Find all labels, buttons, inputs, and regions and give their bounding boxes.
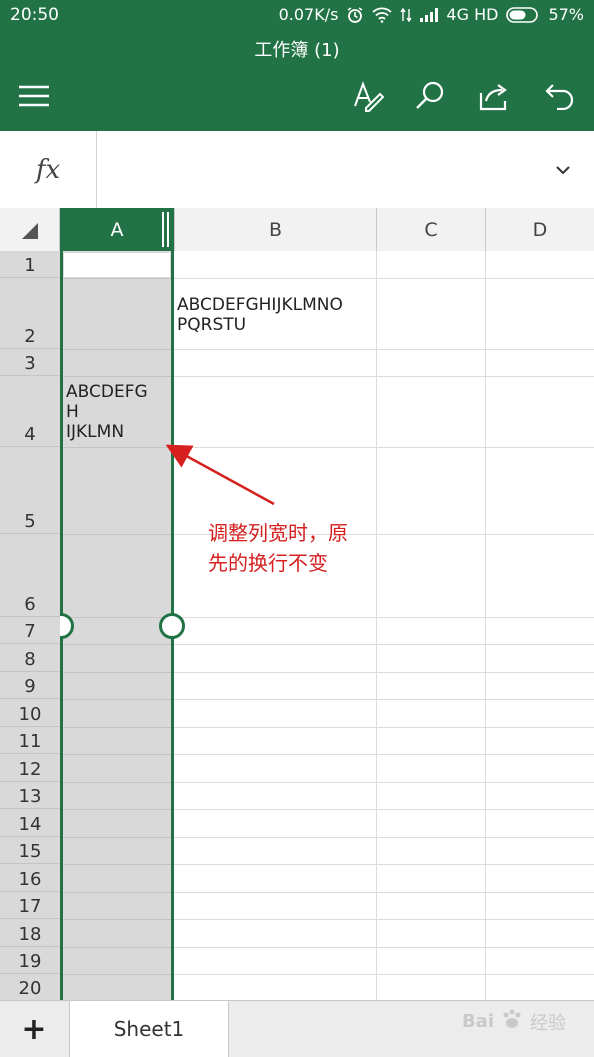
row-header-12[interactable]: 12 xyxy=(0,754,60,782)
wifi-icon xyxy=(372,7,393,23)
cell-grid[interactable]: ABCDEFGHIJKLMNO PQRSTU ABCDEFG H IJKLMN xyxy=(60,251,594,1000)
row-header-9[interactable]: 9 xyxy=(0,672,60,699)
column-header-label: A xyxy=(110,218,124,241)
row-header-2[interactable]: 2 xyxy=(0,278,60,349)
row-header-13[interactable]: 13 xyxy=(0,782,60,809)
data-transfer-icon xyxy=(400,7,413,23)
menu-icon[interactable] xyxy=(14,76,54,116)
column-header-label: C xyxy=(424,218,438,241)
paw-icon xyxy=(500,1007,524,1036)
row-headers: 1 2 3 4 5 6 7 8 9 10 11 12 13 14 15 16 1… xyxy=(0,251,60,1000)
row-header-15[interactable]: 15 xyxy=(0,837,60,864)
column-header-c[interactable]: C xyxy=(377,208,486,251)
title-bar: 工作簿 (1) xyxy=(0,32,594,131)
row-header-11[interactable]: 11 xyxy=(0,727,60,754)
add-sheet-button[interactable]: + xyxy=(0,1001,68,1057)
column-header-label: B xyxy=(268,218,283,241)
sheet-tab-sheet1[interactable]: Sheet1 xyxy=(69,1001,229,1057)
battery-level: 57% xyxy=(548,5,584,24)
pen-format-icon[interactable] xyxy=(348,76,388,116)
network-type: 4G HD xyxy=(446,5,499,24)
row-header-17[interactable]: 17 xyxy=(0,892,60,919)
select-all-corner[interactable] xyxy=(0,208,60,251)
column-header-b[interactable]: B xyxy=(175,208,377,251)
network-speed: 0.07K/s xyxy=(278,5,339,24)
row-header-6[interactable]: 6 xyxy=(0,534,60,617)
row-header-19[interactable]: 19 xyxy=(0,947,60,974)
share-icon[interactable] xyxy=(474,76,514,116)
signal-icon xyxy=(420,7,439,22)
battery-icon xyxy=(506,6,540,23)
column-header-label: D xyxy=(532,218,548,241)
chevron-down-icon[interactable] xyxy=(550,157,576,183)
column-resize-grip[interactable] xyxy=(167,212,169,247)
alarm-icon xyxy=(346,6,364,24)
row-header-5[interactable]: 5 xyxy=(0,447,60,534)
watermark: Bai 经验 xyxy=(462,1007,566,1036)
row-header-1[interactable]: 1 xyxy=(0,251,60,278)
row-header-20[interactable]: 20 xyxy=(0,974,60,1000)
row-header-4[interactable]: 4 xyxy=(0,376,60,447)
column-header-d[interactable]: D xyxy=(486,208,594,251)
annotation-arrow xyxy=(165,444,275,506)
formula-bar: fx xyxy=(0,131,594,209)
plus-icon: + xyxy=(21,1011,47,1047)
workbook-title: 工作簿 (1) xyxy=(254,40,340,61)
status-bar: 20:50 0.07K/s 4G HD 57% xyxy=(0,0,594,32)
row-header-16[interactable]: 16 xyxy=(0,864,60,892)
search-icon[interactable] xyxy=(410,76,450,116)
fx-label[interactable]: fx xyxy=(0,131,97,208)
status-right: 0.07K/s 4G HD 57% xyxy=(279,5,584,24)
row-header-10[interactable]: 10 xyxy=(0,699,60,727)
column-resize-grip[interactable] xyxy=(162,212,164,247)
row-header-14[interactable]: 14 xyxy=(0,809,60,837)
column-header-a[interactable]: A xyxy=(60,208,175,251)
status-time: 20:50 xyxy=(10,5,59,25)
undo-icon[interactable] xyxy=(540,76,580,116)
formula-input[interactable] xyxy=(97,131,537,208)
watermark-suffix: 经验 xyxy=(530,1012,566,1034)
annotation-text: 调整列宽时，原 先的换行不变 xyxy=(208,521,348,575)
row-header-7[interactable]: 7 xyxy=(0,617,60,644)
row-header-18[interactable]: 18 xyxy=(0,919,60,947)
column-headers: A B C D xyxy=(0,208,594,252)
row-header-3[interactable]: 3 xyxy=(0,349,60,376)
watermark-brand: Bai xyxy=(461,1011,494,1032)
row-header-8[interactable]: 8 xyxy=(0,644,60,672)
sheet-tab-bar: + Sheet1 Bai 经验 xyxy=(0,1000,594,1057)
